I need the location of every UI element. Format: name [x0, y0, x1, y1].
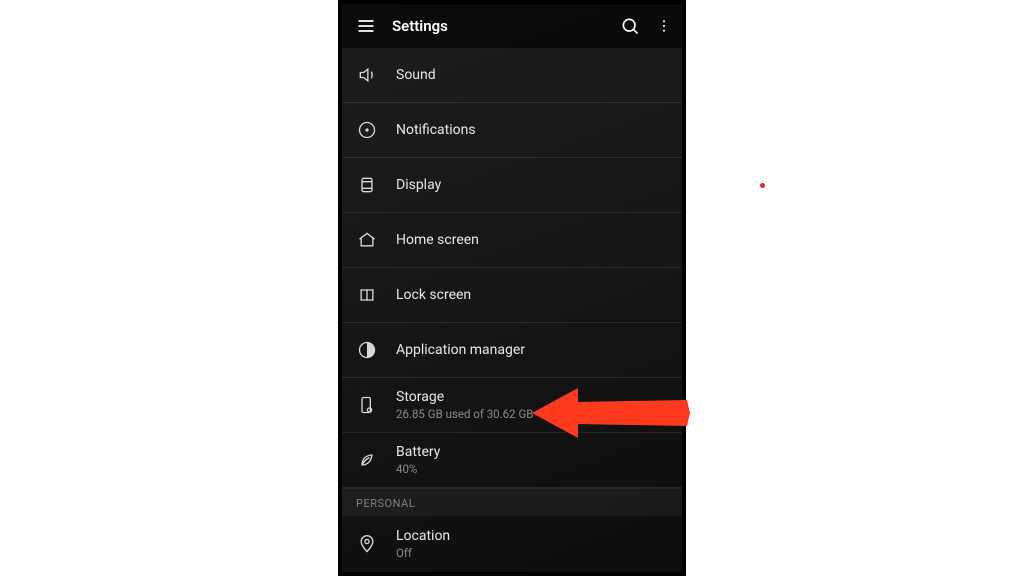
settings-item-label: Battery [396, 444, 440, 460]
phone-frame: Settings Sound Notifications [338, 0, 686, 576]
settings-list: Sound Notifications Display Home screen [342, 48, 682, 572]
settings-item-label: Storage [396, 389, 533, 405]
settings-item-label: Notifications [396, 122, 476, 138]
speaker-icon [356, 64, 378, 86]
settings-item-label: Application manager [396, 342, 525, 358]
settings-item-location[interactable]: Location Off [342, 516, 682, 571]
display-icon [356, 174, 378, 196]
more-vertical-icon[interactable] [656, 14, 672, 38]
section-header-personal: PERSONAL [342, 488, 682, 516]
lock-screen-icon [356, 284, 378, 306]
settings-item-storage[interactable]: Storage 26.85 GB used of 30.62 GB [342, 378, 682, 433]
search-icon[interactable] [618, 14, 642, 38]
battery-leaf-icon [356, 449, 378, 471]
settings-item-subtitle: 40% [396, 462, 440, 476]
settings-item-application-manager[interactable]: Application manager [342, 323, 682, 378]
settings-item-battery[interactable]: Battery 40% [342, 433, 682, 488]
settings-item-home-screen[interactable]: Home screen [342, 213, 682, 268]
settings-item-label: Home screen [396, 232, 479, 248]
settings-item-subtitle: Off [396, 546, 450, 560]
settings-item-sound[interactable]: Sound [342, 48, 682, 103]
storage-icon [356, 394, 378, 416]
hamburger-menu-icon[interactable] [354, 14, 378, 38]
settings-item-subtitle: 26.85 GB used of 30.62 GB [396, 407, 533, 421]
settings-item-label: Location [396, 528, 450, 544]
settings-item-label: Display [396, 177, 441, 193]
settings-item-notifications[interactable]: Notifications [342, 103, 682, 158]
settings-screen: Settings Sound Notifications [342, 4, 682, 572]
apps-icon [356, 339, 378, 361]
home-icon [356, 229, 378, 251]
notification-icon [356, 119, 378, 141]
action-bar: Settings [342, 4, 682, 48]
settings-item-label: Sound [396, 67, 436, 83]
settings-item-label: Lock screen [396, 287, 471, 303]
page-title: Settings [392, 17, 604, 35]
settings-item-display[interactable]: Display [342, 158, 682, 213]
settings-item-lock-screen[interactable]: Lock screen [342, 268, 682, 323]
annotation-dot [760, 183, 765, 188]
location-pin-icon [356, 533, 378, 555]
